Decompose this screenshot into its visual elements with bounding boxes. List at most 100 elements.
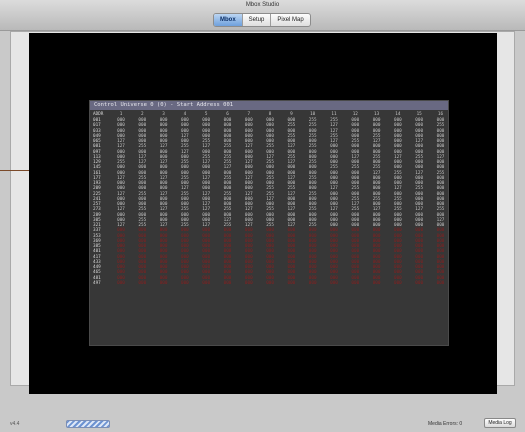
channel-value: 000 <box>159 228 168 234</box>
channel-value: 000 <box>351 212 360 218</box>
channel-value: 000 <box>181 228 189 234</box>
channel-value: 127 <box>394 154 402 160</box>
channel-value: 000 <box>351 149 360 155</box>
channel-value: 000 <box>308 233 317 239</box>
channel-value: 000 <box>436 186 445 192</box>
channel-value: 000 <box>308 228 317 234</box>
channel-value: 255 <box>308 175 317 181</box>
channel-value: 255 <box>223 154 232 160</box>
channel-value: 127 <box>159 175 168 181</box>
channel-value: 000 <box>330 170 338 176</box>
channel-value: 127 <box>202 144 211 150</box>
channel-value: 000 <box>138 270 147 276</box>
channel-value: 000 <box>436 228 445 234</box>
channel-value: 127 <box>351 154 360 160</box>
channel-value: 000 <box>415 191 424 197</box>
channel-value: 000 <box>308 270 317 276</box>
channel-value: 000 <box>330 228 338 234</box>
channel-value: 000 <box>117 270 125 276</box>
column-header: 4 <box>183 112 187 117</box>
table-row: 497 000 000 000 000 000 000 000 000 000 000 000 000 0… <box>90 281 448 286</box>
row-address: 241 <box>93 196 101 202</box>
channel-value: 000 <box>394 270 402 276</box>
channel-value: 000 <box>372 186 381 192</box>
channel-value: 000 <box>159 165 168 171</box>
channel-value: 127 <box>372 170 381 176</box>
channel-value: 000 <box>223 149 232 155</box>
column-header: 3 <box>162 112 165 117</box>
channel-value: 000 <box>287 128 296 134</box>
channel-value: 000 <box>223 196 232 202</box>
media-log-button[interactable]: Media Log <box>484 418 516 428</box>
channel-value: 000 <box>287 280 296 286</box>
channel-value: 000 <box>138 212 147 218</box>
row-address: 033 <box>93 128 101 134</box>
channel-value: 000 <box>138 254 147 260</box>
channel-value: 127 <box>287 144 296 150</box>
channel-value: 255 <box>415 186 424 192</box>
channel-value: 255 <box>181 207 189 213</box>
channel-value: 127 <box>223 165 232 171</box>
channel-value: 000 <box>415 133 424 139</box>
channel-value: 255 <box>394 170 402 176</box>
channel-value: 255 <box>266 175 274 181</box>
channel-value: 127 <box>117 207 125 213</box>
channel-value: 000 <box>244 149 253 155</box>
channel-value: 000 <box>266 254 274 260</box>
channel-value: 127 <box>287 207 296 213</box>
channel-value: 000 <box>308 154 317 160</box>
channel-value: 255 <box>202 154 211 160</box>
tab-mbox[interactable]: Mbox <box>214 14 243 26</box>
channel-value: 000 <box>372 212 381 218</box>
progress-fill <box>67 421 109 427</box>
channel-value: 255 <box>330 165 338 171</box>
channel-value: 000 <box>415 270 424 276</box>
channel-value: 000 <box>202 170 211 176</box>
row-address: 481 <box>93 275 101 281</box>
status-bar: v4.4 Media Errors: 0 Media Log <box>0 394 525 432</box>
channel-value: 000 <box>181 154 189 160</box>
channel-value: 127 <box>159 191 168 197</box>
channel-value: 000 <box>181 270 189 276</box>
channel-value: 000 <box>117 228 125 234</box>
channel-value: 000 <box>117 217 125 223</box>
row-address: 401 <box>93 249 101 255</box>
channel-value: 000 <box>138 196 147 202</box>
channel-value: 000 <box>223 238 232 244</box>
channel-value: 255 <box>138 144 147 150</box>
channel-value: 000 <box>287 212 296 218</box>
channel-value: 000 <box>138 275 147 281</box>
channel-value: 255 <box>138 191 147 197</box>
channel-value: 000 <box>372 254 381 260</box>
channel-value: 000 <box>117 154 125 160</box>
channel-value: 000 <box>394 128 402 134</box>
channel-value: 000 <box>287 249 296 255</box>
channel-value: 000 <box>159 154 168 160</box>
channel-value: 000 <box>394 238 402 244</box>
channel-value: 000 <box>436 249 445 255</box>
channel-value: 000 <box>308 165 317 171</box>
channel-value: 000 <box>159 212 168 218</box>
channel-value: 000 <box>202 254 211 260</box>
channel-value: 000 <box>138 149 147 155</box>
row-address: 049 <box>93 133 101 139</box>
channel-value: 000 <box>372 228 381 234</box>
channel-value: 127 <box>436 154 445 160</box>
channel-value: 000 <box>159 123 168 129</box>
tab-pixel-map[interactable]: Pixel Map <box>271 14 309 26</box>
column-header: 1 <box>119 112 123 117</box>
channel-value: 000 <box>117 149 125 155</box>
channel-value: 000 <box>159 170 168 176</box>
tab-setup[interactable]: Setup <box>243 14 272 26</box>
channel-value: 000 <box>138 128 147 134</box>
channel-value: 000 <box>223 133 232 139</box>
channel-value: 000 <box>202 212 211 218</box>
channel-value: 000 <box>181 128 189 134</box>
channel-value: 255 <box>287 123 296 129</box>
channel-value: 255 <box>223 144 232 150</box>
channel-value: 127 <box>330 123 338 129</box>
channel-value: 000 <box>330 191 338 197</box>
channel-value: 255 <box>223 191 232 197</box>
channel-value: 000 <box>330 149 338 155</box>
channel-value: 000 <box>117 275 125 281</box>
